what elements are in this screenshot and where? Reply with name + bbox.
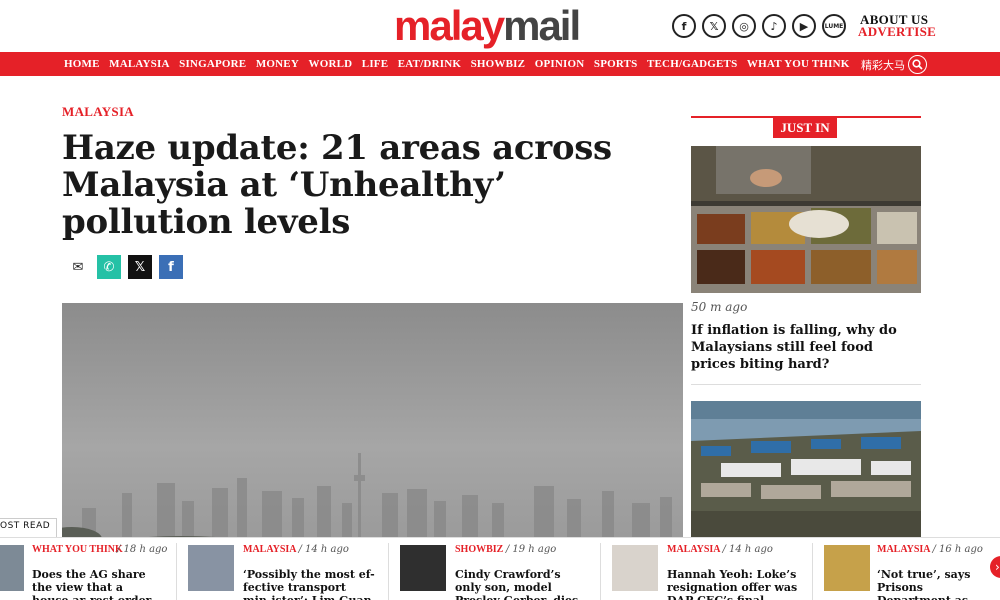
just-in-label: JUST IN	[773, 118, 837, 138]
most-read-category-label: WHAT YOU THINK	[32, 544, 123, 555]
most-read-thumbnail	[612, 545, 658, 591]
most-read-category-label: MALAYSIA	[877, 544, 930, 555]
site-header: malaymail f 𝕏 ◎ ♪ ▶ LUME ABOUT US ADVERT…	[0, 0, 1000, 52]
most-read-time-label: / 14 h ago	[722, 544, 773, 555]
list-item[interactable]: MALAYSIA / 16 h ago ‘Not true’, says Pri…	[813, 543, 1000, 600]
most-read-time-label: / 19 h ago	[505, 544, 557, 555]
site-logo[interactable]: malaymail	[394, 2, 581, 49]
most-read-category-label: SHOWBIZ	[455, 544, 504, 555]
most-read-category: MALAYSIA / 16 h ago	[877, 544, 983, 555]
whatsapp-share-icon[interactable]: ✆	[97, 255, 121, 279]
social-links: f 𝕏 ◎ ♪ ▶ LUME	[672, 14, 846, 38]
nav-item-eat-drink[interactable]: EAT/DRINK	[398, 58, 461, 70]
search-icon[interactable]	[908, 55, 927, 74]
most-read-category-label: MALAYSIA	[243, 544, 296, 555]
article-headline: Haze update: 21 areas across Malaysia at…	[62, 128, 612, 242]
main-nav: HOME MALAYSIA SINGAPORE MONEY WORLD LIFE…	[0, 52, 1000, 76]
share-bar: ✉ ✆ 𝕏 f	[66, 255, 183, 279]
email-share-icon[interactable]: ✉	[66, 255, 90, 279]
nav-item-malaysia[interactable]: MALAYSIA	[109, 58, 169, 70]
youtube-icon[interactable]: ▶	[792, 14, 816, 38]
most-read-time-label: / 14 h ago	[298, 544, 349, 555]
nav-item-tech-gadgets[interactable]: TECH/GADGETS	[647, 58, 737, 70]
most-read-title: ‘Not true’, says Prisons Department as s…	[877, 568, 971, 600]
list-item[interactable]: SHOWBIZ / 19 h ago Cindy Crawford’s only…	[389, 543, 599, 600]
x-icon[interactable]: 𝕏	[702, 14, 726, 38]
nav-item-sports[interactable]: SPORTS	[594, 58, 638, 70]
just-in-image-village[interactable]	[691, 401, 921, 541]
most-read-title: Does the AG share the view that a house …	[32, 568, 151, 600]
x-share-icon[interactable]: 𝕏	[128, 255, 152, 279]
nav-item-life[interactable]: LIFE	[362, 58, 388, 70]
article-category[interactable]: MALAYSIA	[62, 104, 134, 120]
list-item[interactable]: WHAT YOU THINK / 18 h ago Does the AG sh…	[0, 543, 175, 600]
nav-item-opinion[interactable]: OPINION	[535, 58, 585, 70]
most-read-thumbnail	[188, 545, 234, 591]
most-read-category: MALAYSIA / 14 h ago	[243, 544, 349, 555]
list-item[interactable]: MALAYSIA / 14 h ago Hannah Yeoh: Loke’s …	[601, 543, 811, 600]
nav-item-chinese[interactable]: 精彩大马	[861, 57, 905, 73]
nav-item-showbiz[interactable]: SHOWBIZ	[471, 58, 526, 70]
most-read-thumbnail	[824, 545, 870, 591]
divider	[691, 384, 921, 385]
nav-item-what-you-think[interactable]: WHAT YOU THINK	[747, 58, 850, 70]
logo-mail: mail	[503, 2, 581, 49]
most-read-thumbnail	[400, 545, 446, 591]
most-read-label: OST READ	[0, 518, 58, 537]
most-read-title: Cindy Crawford’s only son, model Presley…	[455, 568, 578, 600]
instagram-icon[interactable]: ◎	[732, 14, 756, 38]
nav-item-world[interactable]: WORLD	[309, 58, 353, 70]
most-read-title: Hannah Yeoh: Loke’s resignation offer wa…	[667, 568, 798, 600]
most-read-category-label: MALAYSIA	[667, 544, 720, 555]
most-read-category: SHOWBIZ / 19 h ago	[455, 544, 556, 555]
just-in-title[interactable]: If inflation is falling, why do Malaysia…	[691, 322, 921, 373]
tiktok-icon[interactable]: ♪	[762, 14, 786, 38]
most-read-title: ‘Possibly the most ef-fective transport …	[243, 568, 375, 600]
list-item[interactable]: MALAYSIA / 14 h ago ‘Possibly the most e…	[177, 543, 387, 600]
nav-item-money[interactable]: MONEY	[256, 58, 299, 70]
nav-item-home[interactable]: HOME	[64, 58, 100, 70]
just-in-time: 50 m ago	[691, 300, 748, 314]
just-in-image-food[interactable]	[691, 146, 921, 293]
most-read-thumbnail	[0, 545, 24, 591]
most-read-time-label: / 18 h ago	[117, 544, 168, 555]
lume-icon[interactable]: LUME	[822, 14, 846, 38]
advertise-link[interactable]: ADVERTISE	[858, 25, 936, 38]
facebook-icon[interactable]: f	[672, 14, 696, 38]
facebook-share-icon[interactable]: f	[159, 255, 183, 279]
most-read-time: / 18 h ago	[117, 544, 167, 555]
hero-image	[62, 303, 683, 543]
most-read-time-label: / 16 h ago	[932, 544, 983, 555]
logo-malay: malay	[394, 2, 505, 49]
most-read-category: WHAT YOU THINK	[32, 544, 123, 555]
nav-item-singapore[interactable]: SINGAPORE	[179, 58, 246, 70]
most-read-category: MALAYSIA / 14 h ago	[667, 544, 773, 555]
